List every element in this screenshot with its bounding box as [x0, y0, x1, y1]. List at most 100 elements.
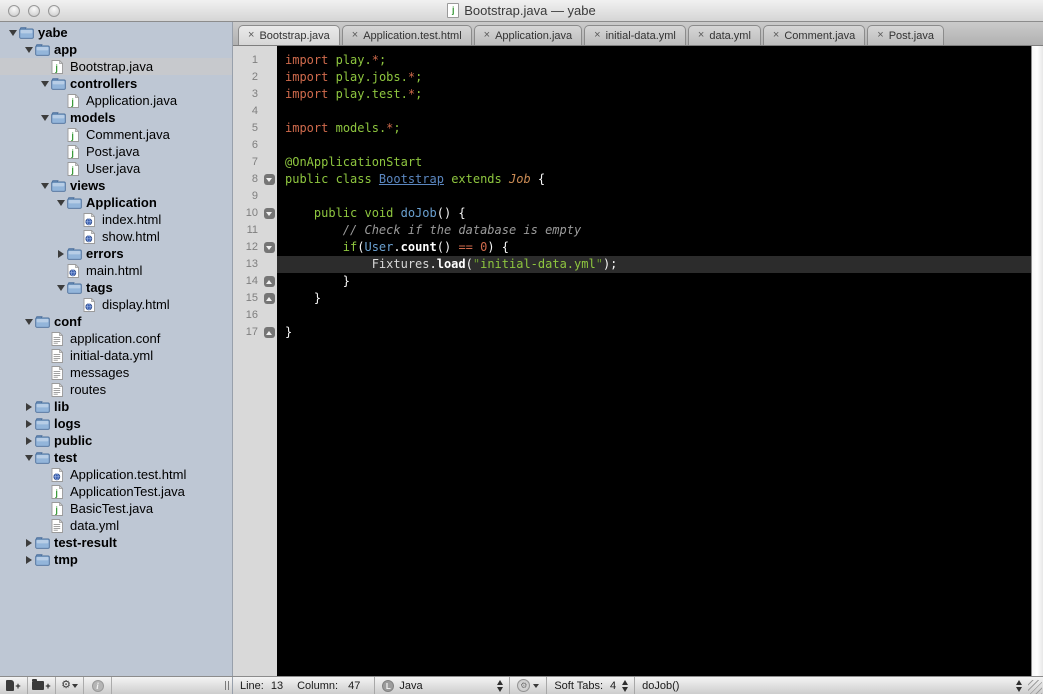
disclosure-closed-icon[interactable]: [22, 420, 35, 428]
tree-item-comment-java[interactable]: jComment.java: [0, 126, 232, 143]
tree-item-yabe[interactable]: yabe: [0, 24, 232, 41]
code-line-17: }: [277, 324, 1031, 341]
disclosure-closed-icon[interactable]: [54, 250, 67, 258]
tree-item-views[interactable]: views: [0, 177, 232, 194]
tab-post-java[interactable]: ×Post.java: [867, 25, 944, 45]
title-bar: j Bootstrap.java — yabe: [0, 0, 1043, 22]
tree-item-application-java[interactable]: jApplication.java: [0, 92, 232, 109]
java-file-icon: j: [67, 128, 82, 142]
new-folder-button[interactable]: +: [28, 677, 56, 694]
line-number: 14: [233, 273, 261, 290]
tab-label: Application.test.html: [363, 30, 461, 42]
tree-item-app[interactable]: app: [0, 41, 232, 58]
drawer-resize-handle[interactable]: [225, 677, 229, 694]
disclosure-open-icon[interactable]: [22, 47, 35, 53]
tab-application-test-html[interactable]: × Application.test.html: [342, 25, 472, 45]
disclosure-closed-icon[interactable]: [22, 539, 35, 547]
disclosure-open-icon[interactable]: [22, 455, 35, 461]
soft-tabs-stepper[interactable]: [622, 680, 628, 692]
window-controls: [8, 5, 60, 17]
tree-item-basictest-java[interactable]: jBasicTest.java: [0, 500, 232, 517]
fold-up-icon[interactable]: [264, 327, 275, 338]
info-button[interactable]: i: [84, 677, 112, 694]
tab-data-yml[interactable]: × data.yml: [688, 25, 761, 45]
tab-comment-java[interactable]: ×Comment.java: [763, 25, 865, 45]
tab-application-java[interactable]: ×Application.java: [474, 25, 583, 45]
fold-down-icon[interactable]: [264, 174, 275, 185]
code-line-13: Fixtures.load("initial-data.yml");: [277, 256, 1031, 273]
tree-item-application[interactable]: Application: [0, 194, 232, 211]
tree-item-show-html[interactable]: show.html: [0, 228, 232, 245]
tree-item-test[interactable]: test: [0, 449, 232, 466]
tree-item-user-java[interactable]: jUser.java: [0, 160, 232, 177]
tree-item-controllers[interactable]: controllers: [0, 75, 232, 92]
disclosure-closed-icon[interactable]: [22, 437, 35, 445]
tree-item-applicationtest-java[interactable]: jApplicationTest.java: [0, 483, 232, 500]
tree-item-routes[interactable]: routes: [0, 381, 232, 398]
close-tab-icon[interactable]: ×: [773, 30, 779, 41]
tree-item-logs[interactable]: logs: [0, 415, 232, 432]
tree-item-main-html[interactable]: main.html: [0, 262, 232, 279]
vertical-scrollbar[interactable]: [1031, 46, 1043, 676]
disclosure-open-icon[interactable]: [38, 81, 51, 87]
disclosure-open-icon[interactable]: [6, 30, 19, 36]
tab-initial-data-yml[interactable]: ×initial-data.yml: [584, 25, 686, 45]
tree-item-data-yml[interactable]: data.yml: [0, 517, 232, 534]
fold-down-icon[interactable]: [264, 208, 275, 219]
close-tab-icon[interactable]: ×: [594, 30, 600, 41]
tree-item-label: initial-data.yml: [70, 347, 153, 364]
disclosure-open-icon[interactable]: [22, 319, 35, 325]
bundle-menu-chevron-icon[interactable]: [533, 684, 539, 688]
tree-item-label: Application: [86, 194, 157, 211]
disclosure-open-icon[interactable]: [54, 200, 67, 206]
fold-up-icon[interactable]: [264, 276, 275, 287]
line-number: 4: [233, 103, 261, 120]
tree-item-test-result[interactable]: test-result: [0, 534, 232, 551]
tree-item-tags[interactable]: tags: [0, 279, 232, 296]
disclosure-open-icon[interactable]: [54, 285, 67, 291]
new-file-button[interactable]: +: [0, 677, 28, 694]
column-label: Column:: [297, 680, 338, 692]
zoom-window-button[interactable]: [48, 5, 60, 17]
tab-label: data.yml: [709, 30, 751, 42]
language-popup-stepper[interactable]: [497, 680, 503, 692]
code-area[interactable]: import play.*;import play.jobs.*;import …: [277, 46, 1031, 676]
tree-item-display-html[interactable]: display.html: [0, 296, 232, 313]
fold-up-icon[interactable]: [264, 293, 275, 304]
close-tab-icon[interactable]: ×: [877, 30, 883, 41]
tree-item-tmp[interactable]: tmp: [0, 551, 232, 568]
language-popup-label[interactable]: Java: [399, 680, 491, 692]
close-window-button[interactable]: [8, 5, 20, 17]
tab-bootstrap-java[interactable]: ×Bootstrap.java: [238, 25, 340, 45]
disclosure-open-icon[interactable]: [38, 183, 51, 189]
disclosure-closed-icon[interactable]: [22, 556, 35, 564]
fold-down-icon[interactable]: [264, 242, 275, 253]
tree-item-post-java[interactable]: jPost.java: [0, 143, 232, 160]
close-tab-icon[interactable]: ×: [698, 30, 704, 41]
disclosure-closed-icon[interactable]: [22, 403, 35, 411]
symbol-popup-label[interactable]: doJob(): [635, 680, 686, 692]
close-tab-icon[interactable]: ×: [352, 30, 358, 41]
tree-item-application-conf[interactable]: application.conf: [0, 330, 232, 347]
tree-item-errors[interactable]: errors: [0, 245, 232, 262]
tree-item-label: test-result: [54, 534, 117, 551]
tree-item-bootstrap-java[interactable]: jBootstrap.java: [0, 58, 232, 75]
tree-item-lib[interactable]: lib: [0, 398, 232, 415]
disclosure-open-icon[interactable]: [38, 115, 51, 121]
tree-item-models[interactable]: models: [0, 109, 232, 126]
bundle-gear-icon[interactable]: ⚙: [517, 679, 530, 692]
drawer-actions-button[interactable]: ⚙: [56, 677, 84, 694]
symbol-popup-stepper[interactable]: [1016, 680, 1022, 692]
folder-icon: [19, 26, 34, 40]
window-resize-grip[interactable]: [1028, 680, 1042, 694]
tree-item-public[interactable]: public: [0, 432, 232, 449]
tree-item-label: test: [54, 449, 77, 466]
tree-item-messages[interactable]: messages: [0, 364, 232, 381]
minimize-window-button[interactable]: [28, 5, 40, 17]
tree-item-index-html[interactable]: index.html: [0, 211, 232, 228]
close-tab-icon[interactable]: ×: [484, 30, 490, 41]
tree-item-conf[interactable]: conf: [0, 313, 232, 330]
close-tab-icon[interactable]: ×: [248, 30, 254, 41]
tree-item-initial-data-yml[interactable]: initial-data.yml: [0, 347, 232, 364]
tree-item-application-test-html[interactable]: Application.test.html: [0, 466, 232, 483]
